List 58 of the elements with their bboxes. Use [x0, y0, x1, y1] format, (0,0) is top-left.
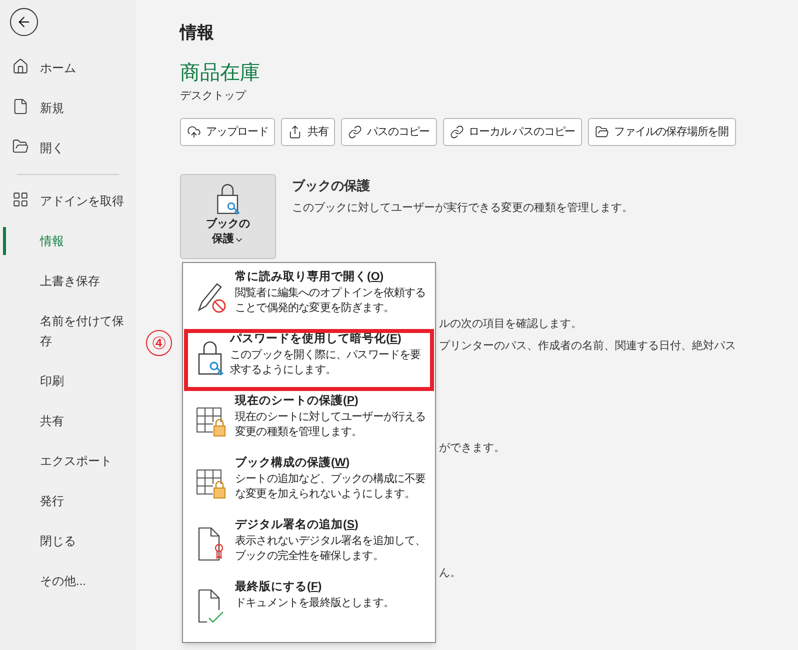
- document-location: デスクトップ: [180, 88, 246, 104]
- sidebar-item[interactable]: ホーム: [40, 58, 130, 78]
- sidebar-item[interactable]: その他...: [40, 571, 130, 591]
- action-button[interactable]: ファイルの保存場所を開: [588, 118, 736, 146]
- action-button[interactable]: 共有: [281, 118, 336, 146]
- sidebar-item[interactable]: 印刷: [40, 371, 130, 391]
- sidebar-item[interactable]: 上書き保存: [40, 271, 130, 291]
- lock-key-icon: [215, 181, 241, 217]
- section-text: ができます。: [439, 441, 505, 456]
- menu-item-title: 現在のシートの保護(P): [235, 394, 358, 409]
- section-title: ブックの保護: [292, 177, 370, 195]
- menu-item-title: デジタル署名の追加(S): [235, 518, 358, 533]
- section-text: ん。: [439, 566, 461, 580]
- sidebar-item[interactable]: 情報: [40, 231, 130, 251]
- back-button[interactable]: [10, 8, 38, 36]
- menu-item-description: 現在のシートに対してユーザーが行える変更の種類を管理します。: [235, 410, 427, 440]
- cloud-upload-icon: [187, 125, 201, 139]
- menu-item-description: ドキュメントを最終版とします。: [235, 596, 396, 611]
- menu-item-description: このブックを開く際に、パスワードを要求するようにします。: [230, 348, 422, 378]
- link-icon: [450, 125, 464, 139]
- sidebar-item[interactable]: エクスポート: [40, 451, 130, 471]
- home-icon: [12, 58, 28, 75]
- menu-item[interactable]: 常に読み取り専用で開く(O) 閲覧者に編集へのオプトインを依頼することで偶発的な変更を防ぎます。: [183, 267, 435, 329]
- menu-item-title: パスワードを使用して暗号化(E): [230, 332, 402, 347]
- document-name: 商品在庫: [180, 60, 260, 86]
- menu-item-description: シートの追加など、ブックの構成に不要な変更を加えられないようにします。: [235, 472, 427, 502]
- menu-item-title: 常に読み取り専用で開く(O): [235, 270, 384, 285]
- sidebar-item[interactable]: 共有: [40, 411, 130, 431]
- sidebar-item[interactable]: 発行: [40, 491, 130, 511]
- step-marker: ④: [146, 330, 172, 356]
- section-text: ルの次の項目を確認します。: [439, 317, 582, 332]
- menu-item[interactable]: 最終版にする(F) ドキュメントを最終版とします。: [183, 577, 435, 639]
- sidebar-item[interactable]: 名前を付けて保存: [40, 311, 130, 351]
- menu-item-title: 最終版にする(F): [235, 580, 322, 595]
- sidebar-item[interactable]: 閉じる: [40, 531, 130, 551]
- sidebar-item[interactable]: 開く: [40, 138, 130, 158]
- menu-item[interactable]: ブック構成の保護(W) シートの追加など、ブックの構成に不要な変更を加えられないようにします。: [183, 453, 435, 515]
- sidebar-item[interactable]: アドインを取得: [40, 191, 130, 211]
- folder-icon: [595, 125, 610, 139]
- page-title: 情報: [180, 22, 215, 44]
- action-button[interactable]: ローカル パスのコピー: [442, 118, 582, 146]
- folder-icon: [12, 138, 28, 155]
- share-icon: [288, 125, 302, 139]
- protect-workbook-button[interactable]: ブックの 保護: [180, 174, 276, 259]
- menu-item[interactable]: 現在のシートの保護(P) 現在のシートに対してユーザーが行える変更の種類を管理します。: [183, 391, 435, 453]
- section-text: プリンターのパス、作成者の名前、関連する日付、絶対パス: [439, 338, 736, 354]
- document-icon: [12, 98, 28, 115]
- section-description: このブックに対してユーザーが実行できる変更の種類を管理します。: [292, 200, 633, 216]
- link-icon: [348, 125, 362, 139]
- grid-icon: [12, 191, 28, 208]
- sidebar-item[interactable]: 新規: [40, 98, 130, 118]
- menu-item[interactable]: パスワードを使用して暗号化(E) このブックを開く際に、パスワードを要求するようにします。: [184, 329, 434, 391]
- menu-item-title: ブック構成の保護(W): [235, 456, 350, 471]
- menu-item-description: 閲覧者に編集へのオプトインを依頼することで偶発的な変更を防ぎます。: [235, 286, 427, 316]
- action-button[interactable]: パスのコピー: [341, 118, 437, 146]
- menu-item[interactable]: デジタル署名の追加(S) 表示されないデジタル署名を追加して、ブックの完全性を確保します。: [183, 515, 435, 577]
- menu-item-description: 表示されないデジタル署名を追加して、ブックの完全性を確保します。: [235, 534, 427, 564]
- action-button[interactable]: アップロード: [180, 118, 276, 146]
